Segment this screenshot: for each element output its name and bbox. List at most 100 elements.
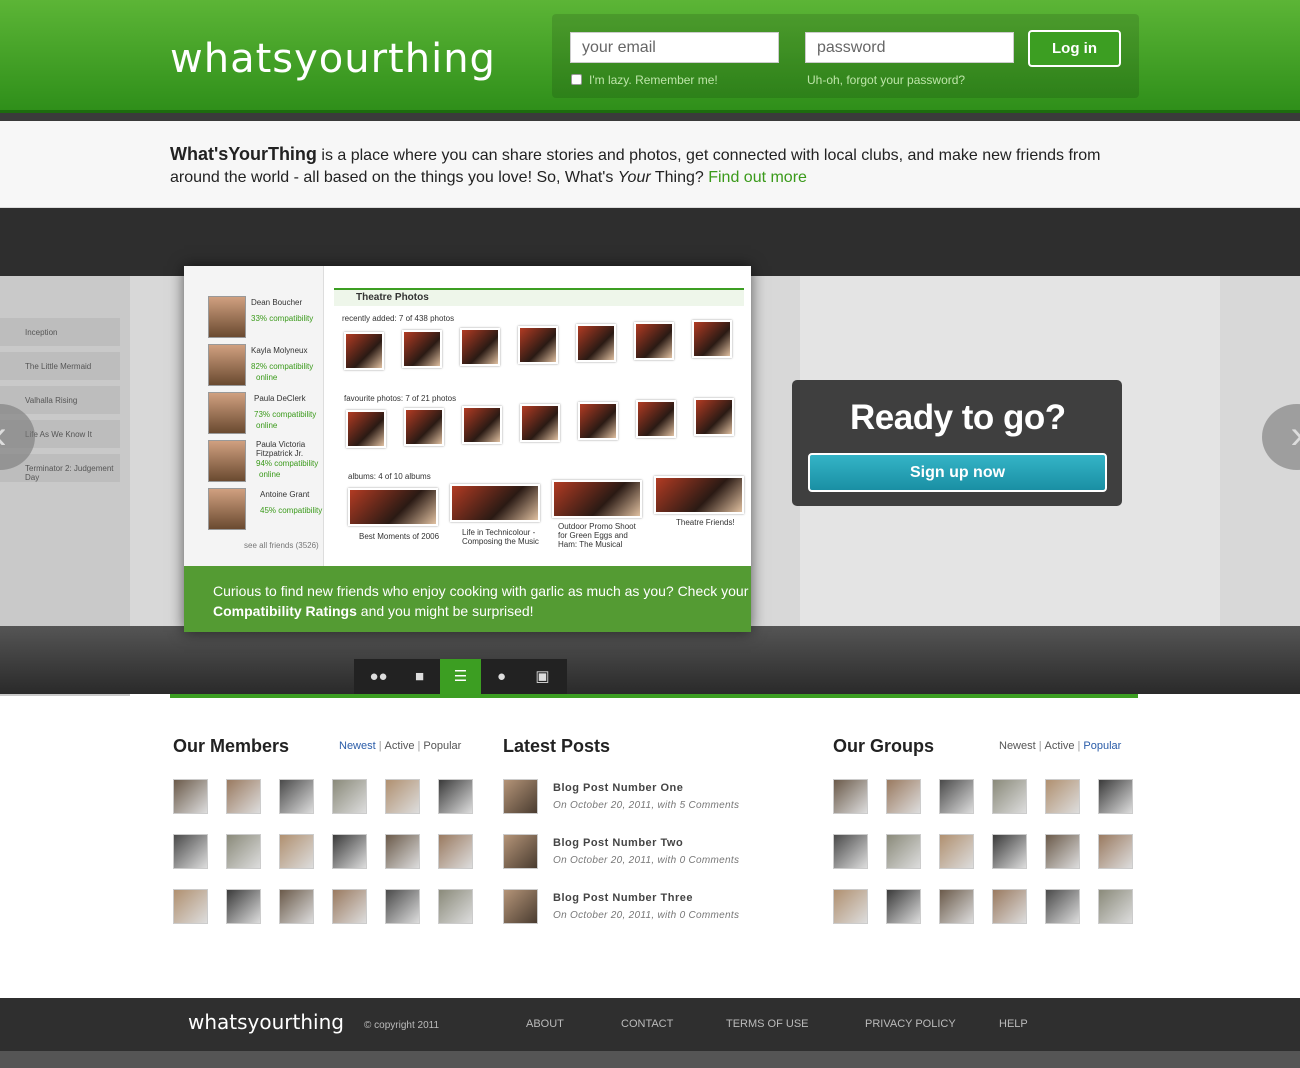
group-thumb[interactable] [886,889,921,924]
group-thumb[interactable] [992,779,1027,814]
post-title[interactable]: Blog Post Number One [553,782,739,794]
email-input[interactable]: your email [570,32,779,63]
showcase-fade [0,626,1300,694]
post-thumb[interactable] [503,889,538,924]
intro-text-2: Thing? [650,169,709,186]
footer-link-contact[interactable]: CONTACT [621,1018,673,1030]
footer-link-terms[interactable]: TERMS OF USE [726,1018,809,1030]
login-button[interactable]: Log in [1028,30,1121,67]
member-avatar[interactable] [332,834,367,869]
member-avatar[interactable] [385,834,420,869]
caption-text-1: Curious to find new friends who enjoy co… [213,583,749,599]
album-thumb [348,488,438,526]
chat-tab-icon[interactable]: ● [481,659,522,695]
group-thumb[interactable] [886,834,921,869]
friend-name: Kayla Molyneux [251,346,308,355]
group-thumb[interactable] [992,889,1027,924]
header-divider [0,113,1300,121]
password-input[interactable]: password [805,32,1014,63]
group-thumb[interactable] [992,834,1027,869]
find-out-more-link[interactable]: Find out more [708,169,807,186]
group-thumb[interactable] [1045,889,1080,924]
group-thumb[interactable] [886,779,921,814]
signup-button[interactable]: Sign up now [808,453,1107,492]
group-thumb[interactable] [939,779,974,814]
footer-link-help[interactable]: HELP [999,1018,1028,1030]
photo-thumb [518,326,558,364]
photo-thumb [576,324,616,362]
footer-link-about[interactable]: ABOUT [526,1018,564,1030]
copyright: © copyright 2011 [364,1020,440,1031]
member-avatar[interactable] [438,889,473,924]
member-avatar[interactable] [438,779,473,814]
group-thumb[interactable] [833,834,868,869]
filter-active[interactable]: Active [385,740,415,752]
group-thumb[interactable] [939,834,974,869]
member-avatar[interactable] [173,779,208,814]
member-avatar[interactable] [279,779,314,814]
member-avatar[interactable] [332,779,367,814]
filter-popular[interactable]: Popular [423,740,461,752]
group-thumb[interactable] [1045,834,1080,869]
post-item[interactable]: Blog Post Number Two On October 20, 2011,… [553,837,739,866]
intro-section: What'sYourThing is a place where you can… [0,121,1300,208]
intro-text: What'sYourThing is a place where you can… [170,143,1130,189]
see-all-friends-link[interactable]: see all friends (3526) [244,541,319,550]
filter-newest[interactable]: Newest [999,740,1036,752]
recent-label: recently added: 7 of 438 photos [342,314,455,323]
post-thumb[interactable] [503,834,538,869]
remember-checkbox[interactable] [571,74,582,85]
feature-screenshot: Dean Boucher 33% compatibility Kayla Mol… [184,266,751,632]
member-avatar[interactable] [173,889,208,924]
member-avatar[interactable] [226,834,261,869]
member-avatar[interactable] [385,779,420,814]
shield-tab-icon[interactable]: ■ [399,659,440,695]
member-avatar[interactable] [279,889,314,924]
feature-caption: Curious to find new friends who enjoy co… [184,566,751,632]
post-item[interactable]: Blog Post Number One On October 20, 2011,… [553,782,739,811]
group-thumb[interactable] [1098,889,1133,924]
friend-status: online [256,373,278,382]
album-thumb [450,484,540,522]
friend-photo [208,344,246,386]
member-avatar[interactable] [385,889,420,924]
album-title: Outdoor Promo Shoot for Green Eggs and H… [558,522,636,549]
friend-name: Dean Boucher [251,298,303,307]
member-avatar[interactable] [279,834,314,869]
post-title[interactable]: Blog Post Number Three [553,892,739,904]
feature-tabs: ●● ■ ☰ ● ▣ [354,659,567,695]
group-thumb[interactable] [1098,834,1133,869]
filter-active[interactable]: Active [1045,740,1075,752]
group-thumb[interactable] [833,889,868,924]
filter-popular[interactable]: Popular [1083,740,1121,752]
member-avatar[interactable] [332,889,367,924]
post-meta: On October 20, 2011, with 5 Comments [553,800,740,811]
site-logo[interactable]: whatsyourthing [170,36,496,82]
photo-thumb [520,404,560,442]
friend-compat: 73% compatibility [254,410,317,419]
group-thumb[interactable] [1045,779,1080,814]
member-avatar[interactable] [173,834,208,869]
footer-link-privacy[interactable]: PRIVACY POLICY [865,1018,956,1030]
footer-logo[interactable]: whatsyourthing [188,1010,344,1034]
remember-label[interactable]: I'm lazy. Remember me! [589,73,718,87]
group-thumb[interactable] [833,779,868,814]
post-item[interactable]: Blog Post Number Three On October 20, 201… [553,892,739,921]
camera-tab-icon[interactable]: ▣ [522,659,563,695]
photos-title: Theatre Photos [356,292,429,303]
list-tab-icon[interactable]: ☰ [440,659,481,695]
member-avatar[interactable] [226,779,261,814]
photo-thumb [578,402,618,440]
group-thumb[interactable] [939,889,974,924]
site-header: whatsyourthing your email password Log i… [0,0,1300,113]
filter-newest[interactable]: Newest [339,740,376,752]
forgot-password-link[interactable]: Uh-oh, forgot your password? [807,73,965,87]
friend-name: Paula Victoria Fitzpatrick Jr. [256,440,306,458]
post-title[interactable]: Blog Post Number Two [553,837,739,849]
group-thumb[interactable] [1098,779,1133,814]
post-thumb[interactable] [503,779,538,814]
member-avatar[interactable] [438,834,473,869]
people-tab-icon[interactable]: ●● [358,659,399,695]
friend-compat: 33% compatibility [251,314,314,323]
member-avatar[interactable] [226,889,261,924]
